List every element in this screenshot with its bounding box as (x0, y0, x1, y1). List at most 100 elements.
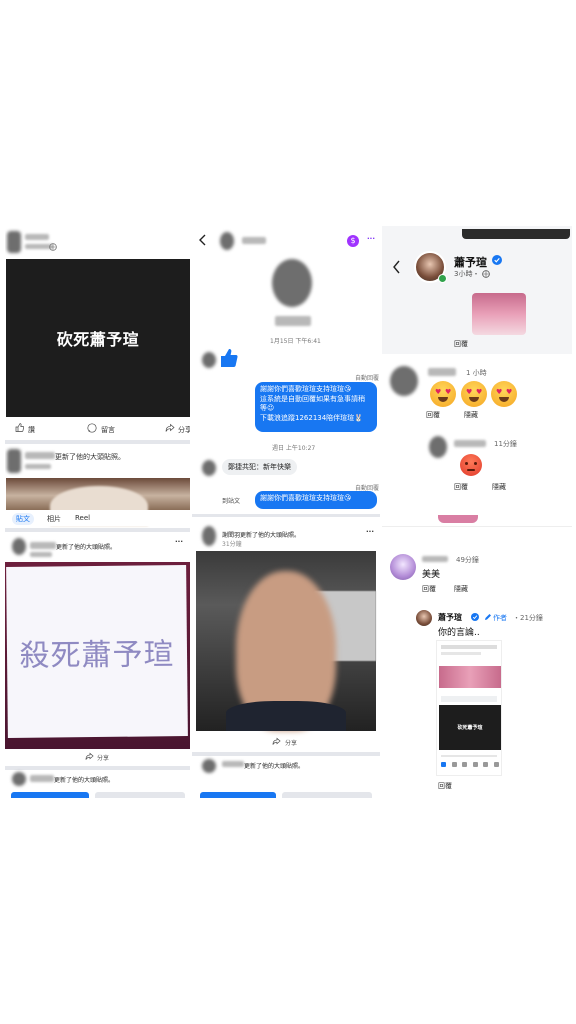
author-name[interactable]: 蕭予瑄 (454, 254, 487, 270)
reply-button[interactable]: 回覆 (422, 584, 436, 594)
handwritten-text: 殺死蕭予瑄 (19, 636, 175, 674)
auto-reply-message: 謝謝你們喜歡瑄瑄支持瑄瑄😘 (255, 491, 377, 509)
comment-time: 1 小時 (466, 369, 487, 377)
separator (5, 528, 190, 532)
globe-icon (49, 243, 57, 251)
share-button[interactable]: 分享 (178, 425, 190, 435)
globe-icon (482, 270, 490, 278)
comment-icon[interactable] (87, 423, 97, 433)
reply-button[interactable]: 回覆 (426, 410, 440, 420)
avatar[interactable] (429, 436, 447, 458)
post-caption: 更新了他的大頭貼照。 (54, 777, 115, 784)
message-line: 謝謝你們喜歡瑄瑄支持瑄瑄😘 (260, 385, 352, 393)
avatar[interactable] (12, 772, 26, 786)
blurred-username (25, 452, 55, 459)
blurred-post-time (30, 552, 52, 557)
blurred-username (222, 761, 244, 767)
comment-text: 你的言論.. (438, 628, 480, 638)
separator (5, 766, 190, 770)
more-options-icon[interactable]: ··· (367, 235, 375, 243)
image-crop (438, 515, 478, 523)
date-separator: 週日 上午10:27 (272, 445, 316, 452)
avatar[interactable] (220, 232, 234, 250)
heart-eyes-emoji-icon: ♥ ♥ (491, 381, 517, 407)
attached-screenshot[interactable]: 砍死蕭予瑄 (436, 640, 502, 776)
blurred-commenter-name (454, 440, 486, 447)
online-status-icon (438, 274, 447, 283)
reply-button[interactable]: 回覆 (454, 339, 468, 349)
post-image-banner[interactable]: 砍死蕭予瑄 (6, 259, 190, 417)
post-time: 31分鐘 (222, 541, 242, 548)
heart-eyes-emoji-icon: ♥ ♥ (430, 381, 456, 407)
primary-button[interactable] (200, 792, 276, 798)
post-caption: 更新了他的大頭貼照。 (56, 544, 117, 551)
separator (192, 514, 380, 517)
tab-posts[interactable]: 貼文 (12, 513, 34, 525)
hide-button[interactable]: 隱藏 (454, 584, 468, 594)
avatar[interactable] (390, 554, 416, 580)
message-line: 謝謝你們喜歡瑄瑄支持瑄瑄😘 (260, 494, 352, 502)
angry-emoji-icon (460, 454, 482, 476)
author-avatar[interactable] (416, 610, 432, 626)
messenger-panel: $ ··· 1月15日 下午6:41 自動回覆 謝謝你們喜歡瑄瑄支持瑄瑄😘 這系… (192, 226, 380, 800)
blurred-username (30, 775, 54, 782)
separator (192, 752, 380, 756)
post-caption: 謝閎羽更新了他的大頭貼照。 (222, 532, 301, 539)
comments-panel: 蕭予瑄 3小時・ 回覆 1 小時 ♥ ♥ ♥ ♥ ♥ ♥ 回覆 隱藏 11分鐘 回覆 … (382, 226, 572, 800)
post-photo[interactable]: 殺死蕭予瑄 (5, 562, 190, 749)
top-bar-edge (462, 229, 570, 239)
comment-time: 11分鐘 (494, 440, 517, 448)
primary-button[interactable] (11, 792, 89, 798)
post-caption: 更新了他的大頭貼照。 (55, 453, 125, 461)
share-button[interactable]: 分享 (285, 738, 297, 747)
handwritten-paper: 殺死蕭予瑄 (6, 565, 188, 738)
like-icon[interactable] (15, 423, 24, 432)
reply-button[interactable]: 回覆 (438, 781, 452, 791)
message-line: 等😉 (260, 404, 275, 412)
blurred-username (25, 234, 49, 240)
tab-reels[interactable]: Reel (75, 514, 90, 522)
avatar (202, 352, 216, 368)
avatar[interactable] (7, 231, 21, 253)
avatar[interactable] (202, 526, 216, 546)
like-button[interactable]: 讚 (28, 425, 35, 435)
tab-photos[interactable]: 相片 (47, 514, 61, 524)
blurred-contact-name (275, 316, 311, 326)
share-button[interactable]: 分享 (97, 753, 109, 762)
thumbnail-banner-text: 砍死蕭予瑄 (457, 725, 483, 731)
blurred-username (30, 542, 56, 549)
avatar[interactable] (12, 538, 26, 555)
truncated-text: 到站文 (222, 498, 241, 505)
blurred-post-time (25, 464, 51, 469)
share-icon[interactable] (165, 423, 175, 433)
post-time: 3小時・ (454, 270, 480, 278)
share-icon[interactable] (272, 737, 281, 746)
separator (5, 440, 190, 444)
hide-button[interactable]: 隱藏 (492, 482, 506, 492)
profile-photo-crop[interactable] (6, 478, 190, 526)
share-icon[interactable] (85, 752, 94, 761)
bottom-nav-bar (441, 762, 499, 768)
more-options-icon[interactable]: ··· (366, 528, 374, 536)
incoming-message: 鄭捷共犯：新年快樂 (222, 459, 297, 475)
comment-button[interactable]: 留言 (101, 425, 115, 435)
reply-button[interactable]: 回覆 (454, 482, 468, 492)
post-image-crop[interactable] (472, 293, 526, 335)
dollar-icon[interactable]: $ (347, 235, 359, 247)
avatar (202, 460, 216, 476)
avatar[interactable] (390, 366, 418, 396)
avatar[interactable] (202, 759, 216, 773)
date-separator: 1月15日 下午6:41 (270, 338, 321, 345)
avatar[interactable] (7, 449, 21, 473)
profile-photo[interactable] (196, 551, 376, 731)
hide-button[interactable]: 隱藏 (464, 410, 478, 420)
author-name[interactable]: 蕭予瑄 (438, 612, 462, 623)
secondary-button[interactable] (282, 792, 372, 798)
back-arrow-icon[interactable] (392, 260, 401, 274)
comment-text: 美美 (422, 570, 441, 580)
secondary-button[interactable] (95, 792, 185, 798)
more-options-icon[interactable]: ··· (175, 538, 183, 546)
back-arrow-icon[interactable] (198, 234, 207, 246)
auto-reply-label: 自動回覆 (355, 375, 380, 382)
contact-profile-picture[interactable] (272, 259, 312, 307)
